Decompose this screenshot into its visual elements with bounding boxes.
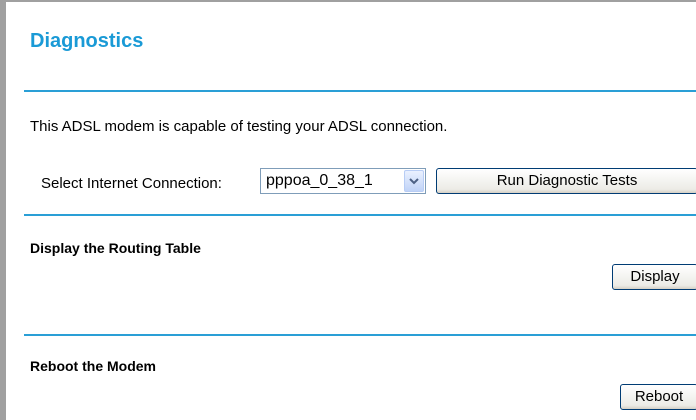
chevron-down-icon [409,178,419,185]
page-title: Diagnostics [30,30,144,52]
display-button[interactable]: Display [612,264,696,290]
connection-select-label: Select Internet Connection: [41,175,222,192]
page-frame: Diagnostics This ADSL modem is capable o… [0,0,696,420]
divider [24,334,696,336]
page-description: This ADSL modem is capable of testing yo… [30,118,448,135]
divider [24,90,696,92]
connection-select-value: pppoa_0_38_1 [266,172,373,189]
divider [24,214,696,216]
dropdown-button[interactable] [404,170,424,192]
reboot-button[interactable]: Reboot [620,384,696,410]
connection-select[interactable]: pppoa_0_38_1 [260,168,426,194]
run-diagnostic-tests-button[interactable]: Run Diagnostic Tests [436,168,696,194]
reboot-heading: Reboot the Modem [30,358,156,374]
routing-table-heading: Display the Routing Table [30,240,201,256]
